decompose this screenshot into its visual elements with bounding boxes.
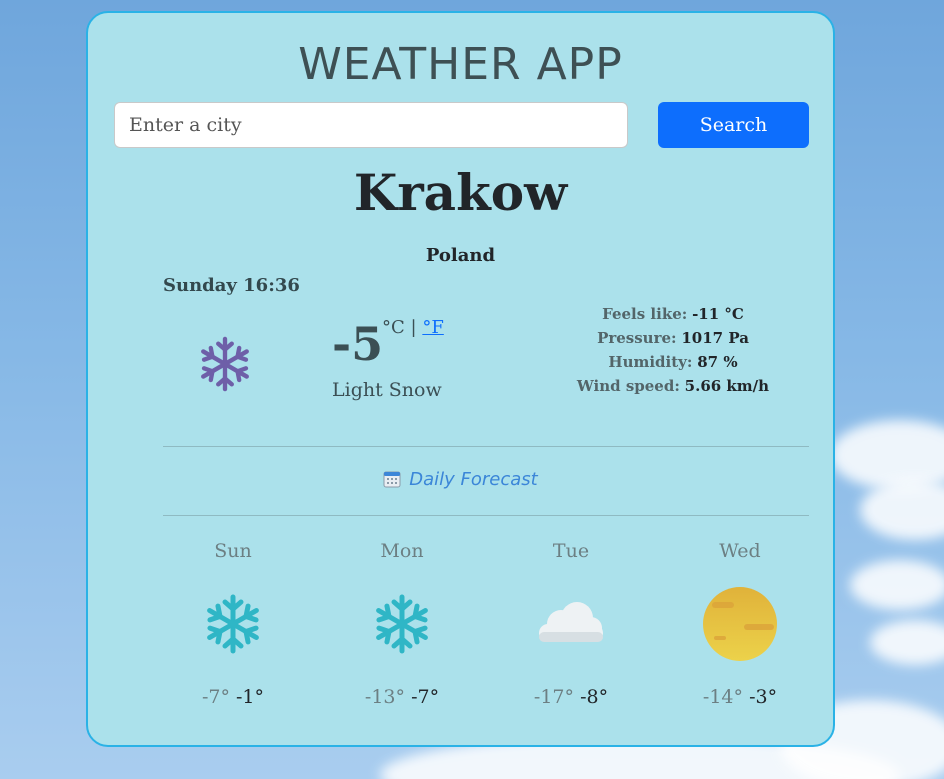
forecast-day: Mon -13° -7°: [342, 540, 462, 708]
forecast-min-temp: -17°: [533, 686, 575, 708]
forecast-day-name: Mon: [380, 540, 424, 562]
unit-separator: |: [410, 317, 417, 338]
current-temperature: -5: [332, 317, 384, 371]
weather-description: Light Snow: [332, 379, 442, 401]
forecast-temps: -7° -1°: [173, 686, 293, 708]
divider: [163, 446, 809, 447]
forecast-day: Tue -17° -8°: [511, 540, 631, 708]
snowflake-icon: [207, 594, 259, 654]
forecast-day-name: Sun: [214, 540, 252, 562]
forecast-temps: -13° -7°: [342, 686, 462, 708]
feels-like-label: Feels like:: [602, 305, 688, 323]
forecast-day: Wed -14° -3°: [680, 540, 800, 708]
current-date-time: Sunday 16:36: [163, 275, 300, 296]
wind-speed-row: Wind speed: 5.66 km/h: [558, 374, 788, 398]
forecast-title-text: Daily Forecast: [409, 469, 538, 490]
search-button[interactable]: Search: [658, 102, 809, 148]
pressure-label: Pressure:: [597, 329, 677, 347]
snowflake-icon: [201, 336, 249, 392]
forecast-min-temp: -13°: [364, 686, 406, 708]
forecast-temps: -17° -8°: [511, 686, 631, 708]
cloud-icon: [539, 602, 603, 642]
unit-celsius: °C: [382, 317, 405, 338]
snowflake-icon: [376, 594, 428, 654]
weather-card: WEATHER APP Search Krakow Poland Sunday …: [86, 11, 835, 747]
forecast-max-temp: -7°: [411, 686, 440, 708]
wind-speed-value: 5.66 km/h: [684, 377, 770, 395]
humidity-value: 87 %: [697, 353, 738, 371]
forecast-day-name: Wed: [719, 540, 761, 562]
wind-speed-label: Wind speed:: [576, 377, 680, 395]
forecast-temps: -14° -3°: [680, 686, 800, 708]
unit-fahrenheit-link[interactable]: °F: [422, 317, 444, 338]
forecast-title: Daily Forecast: [88, 469, 833, 490]
humidity-row: Humidity: 87 %: [558, 350, 788, 374]
city-name: Krakow: [353, 163, 568, 222]
pressure-row: Pressure: 1017 Pa: [558, 326, 788, 350]
country-name: Poland: [425, 245, 496, 266]
current-temperature-block: -5 °C | °F: [332, 317, 444, 371]
haze-sun-icon: [703, 587, 777, 661]
weather-details: Feels like: -11 °C Pressure: 1017 Pa Hum…: [558, 302, 788, 398]
forecast-max-temp: -1°: [236, 686, 265, 708]
humidity-label: Humidity:: [608, 353, 693, 371]
city-search-input[interactable]: [114, 102, 628, 148]
forecast-min-temp: -14°: [702, 686, 744, 708]
pressure-value: 1017 Pa: [681, 329, 749, 347]
forecast-min-temp: -7°: [201, 686, 230, 708]
feels-like-row: Feels like: -11 °C: [558, 302, 788, 326]
forecast-max-temp: -3°: [749, 686, 778, 708]
forecast-day: Sun -7° -1°: [173, 540, 293, 708]
unit-toggle: °C | °F: [382, 317, 444, 338]
app-title: WEATHER APP: [298, 39, 623, 90]
feels-like-value: -11 °C: [692, 305, 744, 323]
forecast-day-name: Tue: [552, 540, 590, 562]
divider: [163, 515, 809, 516]
forecast-max-temp: -8°: [580, 686, 609, 708]
calendar-icon: [383, 471, 401, 488]
